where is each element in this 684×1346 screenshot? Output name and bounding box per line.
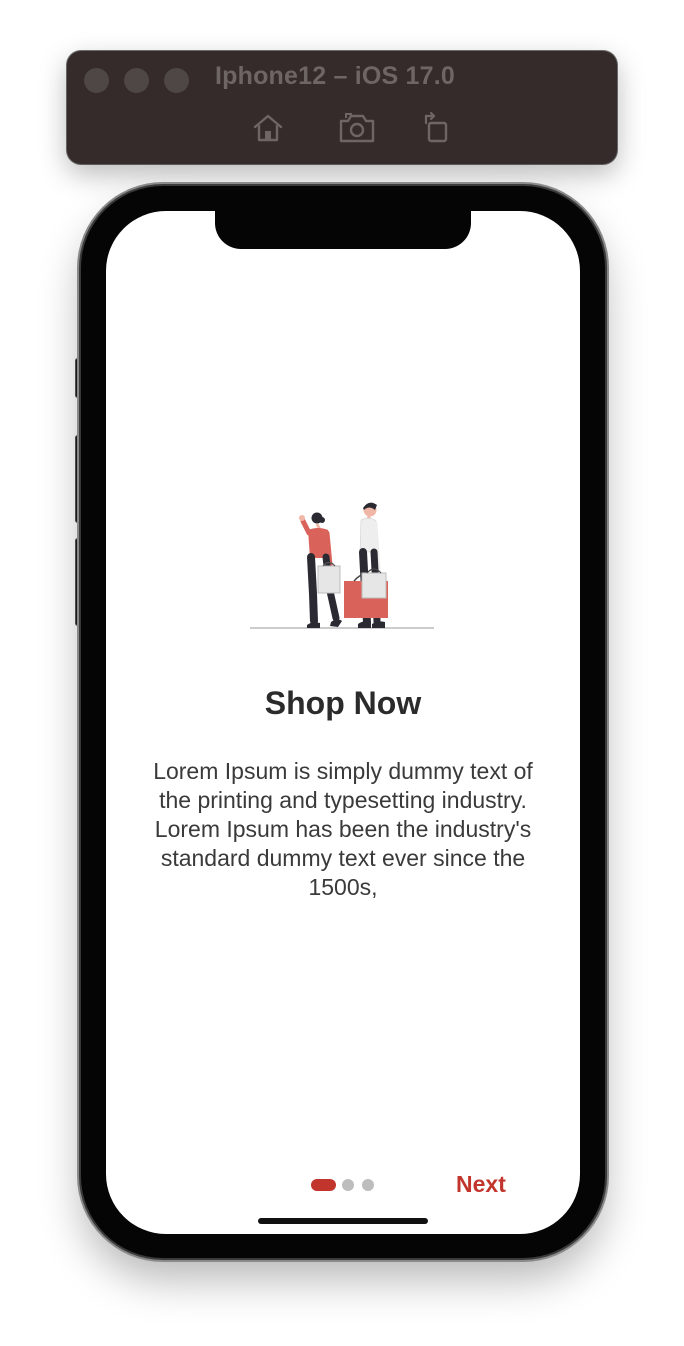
page-dot-active xyxy=(311,1179,336,1191)
simulator-title: Iphone12 – iOS 17.0 xyxy=(215,62,456,90)
window-minimize-button[interactable] xyxy=(124,68,149,93)
onboarding-description: Lorem Ipsum is simply dummy text of the … xyxy=(153,758,533,900)
page-dot xyxy=(362,1179,374,1191)
onboarding-title: Shop Now xyxy=(264,685,422,721)
phone-screen: Shop Now Lorem Ipsum is simply dummy tex… xyxy=(106,211,580,1234)
canvas: Iphone12 – iOS 17.0 Shop Now Lorem Ipsum… xyxy=(0,0,684,1346)
shopping-couple-illustration xyxy=(250,499,436,633)
rotate-icon[interactable] xyxy=(418,110,454,146)
next-button[interactable]: Next xyxy=(456,1171,506,1198)
window-zoom-button[interactable] xyxy=(164,68,189,93)
home-indicator[interactable] xyxy=(258,1218,428,1224)
page-dot xyxy=(342,1179,354,1191)
window-close-button[interactable] xyxy=(84,68,109,93)
home-icon[interactable] xyxy=(250,110,286,146)
screenshot-icon[interactable] xyxy=(338,110,375,146)
notch xyxy=(215,211,471,249)
